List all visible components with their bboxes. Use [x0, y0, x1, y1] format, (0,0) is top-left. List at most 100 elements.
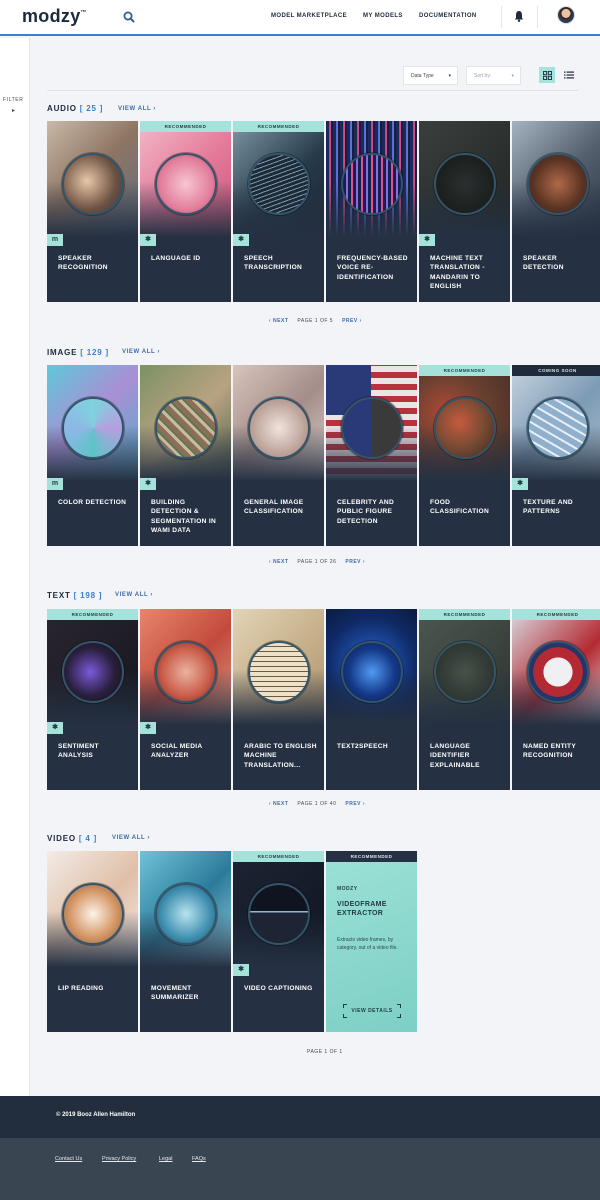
search-icon[interactable]	[122, 10, 136, 24]
footer-bottom: Contact Us Privacy Policy Legal FAQs	[0, 1138, 600, 1200]
model-card[interactable]: RECOMMENDED ✱ SENTIMENT ANALYSIS	[47, 609, 138, 790]
model-card[interactable]: MOVEMENT SUMMARIZER	[140, 851, 231, 1032]
tag-icon: ✱	[419, 234, 435, 246]
card-title: VIDEO CAPTIONING	[244, 985, 313, 992]
model-card[interactable]: m COLOR DETECTION	[47, 365, 138, 546]
recommended-badge: RECOMMENDED	[419, 609, 510, 620]
divider	[47, 90, 578, 91]
tag-icon: ✱	[140, 478, 156, 490]
view-all-text-link[interactable]: VIEW ALL ›	[115, 592, 153, 598]
card-title: LANGUAGE ID	[151, 255, 201, 262]
view-all-video-link[interactable]: VIEW ALL ›	[112, 835, 150, 841]
model-card[interactable]: COMING SOON ✱ TEXTURE AND PATTERNS	[512, 365, 600, 546]
sort-dropdown[interactable]: Sort by: ▾	[466, 66, 521, 85]
next-link[interactable]: ‹ NEXT	[269, 318, 288, 324]
filter-label[interactable]: FILTER	[3, 97, 23, 103]
card-title: FOOD CLASSIFICATION	[430, 499, 490, 516]
card-title: LANGUAGE IDENTIFIER EXPLAINABLE	[430, 743, 480, 769]
card-title: CELEBRITY AND PUBLIC FIGURE DETECTION	[337, 499, 395, 525]
model-card[interactable]: ✱ BUILDING DETECTION & SEGMENTATION IN W…	[140, 365, 231, 546]
header-divider	[537, 6, 538, 28]
model-card[interactable]: RECOMMENDED LANGUAGE IDENTIFIER EXPLAINA…	[419, 609, 510, 790]
tag-icon: m	[47, 234, 63, 246]
card-title: BUILDING DETECTION & SEGMENTATION IN WAM…	[151, 499, 217, 534]
filter-sidebar: FILTER ▸	[0, 38, 30, 1096]
recommended-badge: RECOMMENDED	[233, 851, 324, 862]
next-link[interactable]: ‹ NEXT	[269, 801, 288, 807]
prev-link[interactable]: PREV ›	[342, 318, 362, 324]
card-title: SPEAKER RECOGNITION	[58, 255, 108, 272]
pager-image: ‹ NEXT PAGE 1 OF 26 PREV ›	[269, 559, 365, 565]
tag-icon: ✱	[47, 722, 63, 734]
tag-icon: ✱	[140, 722, 156, 734]
tag-icon: ✱	[512, 478, 528, 490]
model-card[interactable]: RECOMMENDED ✱ LANGUAGE ID	[140, 121, 231, 302]
model-card[interactable]: ✱ MACHINE TEXT TRANSLATION - MANDARIN TO…	[419, 121, 510, 302]
model-card[interactable]: TEXT2SPEECH	[326, 609, 417, 790]
view-details-label: VIEW DETAILS	[351, 1008, 393, 1014]
model-card[interactable]: ✱ SOCIAL MEDIA ANALYZER	[140, 609, 231, 790]
tag-icon: m	[47, 478, 63, 490]
model-card[interactable]: RECOMMENDED FOOD CLASSIFICATION	[419, 365, 510, 546]
model-card[interactable]: CELEBRITY AND PUBLIC FIGURE DETECTION	[326, 365, 417, 546]
data-type-dropdown[interactable]: Data Type ▾	[403, 66, 458, 85]
recommended-badge: RECOMMENDED	[326, 851, 417, 862]
expand-arrow-icon[interactable]: ▸	[12, 107, 15, 114]
pager-video: PAGE 1 OF 1	[307, 1049, 343, 1055]
copyright-text: © 2019 Booz Allen Hamilton	[56, 1112, 136, 1118]
section-title-text: TEXT[ 198 ]	[47, 591, 103, 600]
view-all-image-link[interactable]: VIEW ALL ›	[122, 349, 160, 355]
model-card[interactable]: LIP READING	[47, 851, 138, 1032]
coming-soon-badge: COMING SOON	[512, 365, 600, 376]
model-card[interactable]: FREQUENCY-BASED VOICE RE-IDENTIFICATION	[326, 121, 417, 302]
model-card[interactable]: RECOMMENDED NAMED ENTITY RECOGNITION	[512, 609, 600, 790]
grid-view-button[interactable]	[539, 67, 555, 83]
pager-audio: ‹ NEXT PAGE 1 OF 5 PREV ›	[269, 318, 362, 324]
footer-link-faqs[interactable]: FAQs	[192, 1156, 206, 1162]
card-description: Extracts video frames, by category, out …	[337, 937, 398, 951]
bell-icon[interactable]	[512, 9, 526, 23]
modzy-logo[interactable]: modzy™	[22, 6, 87, 27]
footer-link-contact[interactable]: Contact Us	[55, 1156, 82, 1162]
footer-link-privacy[interactable]: Privacy Policy	[102, 1156, 136, 1162]
page-indicator: PAGE 1 OF 1	[307, 1049, 343, 1055]
nav-documentation[interactable]: DOCUMENTATION	[419, 13, 477, 19]
model-card[interactable]: ARABIC TO ENGLISH MACHINE TRANSLATION...	[233, 609, 324, 790]
view-all-audio-link[interactable]: VIEW ALL ›	[118, 106, 156, 112]
card-title: SPEECH TRANSCRIPTION	[244, 255, 303, 272]
nav-my-models[interactable]: MY MODELS	[363, 13, 403, 19]
model-card[interactable]: RECOMMENDED ✱ VIDEO CAPTIONING	[233, 851, 324, 1032]
card-title: SENTIMENT ANALYSIS	[58, 743, 99, 760]
card-title: MACHINE TEXT TRANSLATION - MANDARIN TO E…	[430, 255, 485, 290]
card-title: NAMED ENTITY RECOGNITION	[523, 743, 576, 760]
model-card[interactable]: GENERAL IMAGE CLASSIFICATION	[233, 365, 324, 546]
data-type-label: Data Type	[411, 73, 434, 79]
card-row-video: LIP READING MOVEMENT SUMMARIZER RECOMMEN…	[47, 851, 600, 1032]
prev-link[interactable]: PREV ›	[345, 801, 365, 807]
card-title: FREQUENCY-BASED VOICE RE-IDENTIFICATION	[337, 255, 408, 281]
page-indicator: PAGE 1 OF 26	[297, 559, 337, 565]
card-title: SPEAKER DETECTION	[523, 255, 564, 272]
user-avatar[interactable]	[557, 6, 575, 24]
page-indicator: PAGE 1 OF 40	[297, 801, 337, 807]
card-title: TEXTURE AND PATTERNS	[523, 499, 573, 516]
card-title: GENERAL IMAGE CLASSIFICATION	[244, 499, 304, 516]
list-view-button[interactable]	[561, 67, 577, 83]
card-row-image: m COLOR DETECTION ✱ BUILDING DETECTION &…	[47, 365, 600, 546]
view-details-button[interactable]: VIEW DETAILS	[343, 1004, 401, 1018]
tag-icon: ✱	[233, 964, 249, 976]
prev-link[interactable]: PREV ›	[345, 559, 365, 565]
card-title: MOVEMENT SUMMARIZER	[151, 985, 199, 1002]
footer-top: © 2019 Booz Allen Hamilton	[0, 1096, 600, 1138]
nav-model-marketplace[interactable]: MODEL MARKETPLACE	[271, 13, 347, 19]
card-title: ARABIC TO ENGLISH MACHINE TRANSLATION...	[244, 743, 317, 769]
model-card[interactable]: RECOMMENDED ✱ SPEECH TRANSCRIPTION	[233, 121, 324, 302]
section-title-video: VIDEO[ 4 ]	[47, 834, 98, 843]
featured-model-card[interactable]: RECOMMENDED MODZY VIDEOFRAME EXTRACTOR E…	[326, 851, 417, 1032]
next-link[interactable]: ‹ NEXT	[269, 559, 288, 565]
tag-icon: ✱	[233, 234, 249, 246]
model-card[interactable]: SPEAKER DETECTION	[512, 121, 600, 302]
footer-link-legal[interactable]: Legal	[159, 1156, 172, 1162]
recommended-badge: RECOMMENDED	[233, 121, 324, 132]
model-card[interactable]: m SPEAKER RECOGNITION	[47, 121, 138, 302]
